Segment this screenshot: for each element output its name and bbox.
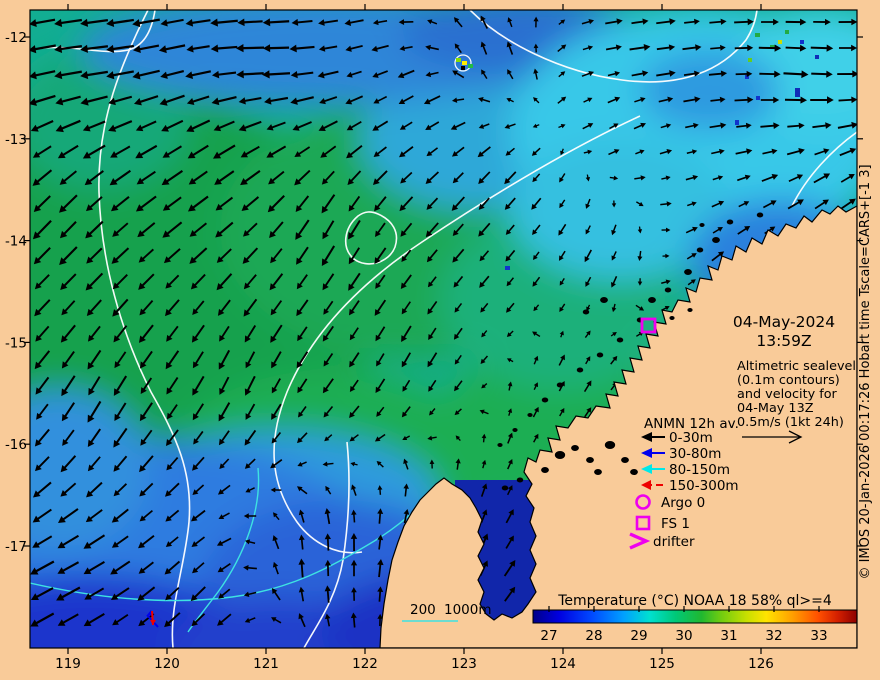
island (541, 397, 549, 403)
y-axis-tick-label: -17 (5, 539, 27, 555)
copyright-vertical-text: © IMOS 20-Jan-2026 00:17:26 Hobart time … (858, 164, 873, 579)
annotation-line: Altimetric sealevel (737, 359, 856, 374)
island (600, 297, 608, 303)
colorbar-tick-label: 28 (585, 628, 602, 644)
y-axis-tick-label: -13 (5, 132, 27, 148)
y-axis-tick-label: -16 (5, 437, 27, 453)
island (604, 441, 616, 449)
island (696, 247, 704, 253)
y-axis-tick-label: -15 (5, 335, 27, 351)
island (516, 477, 524, 483)
island (616, 337, 624, 343)
x-axis-tick-label: 125 (649, 656, 675, 672)
anmn-entry-label: 80-150m (669, 462, 730, 478)
island (664, 287, 672, 293)
island (756, 212, 764, 218)
colorbar-tick-label: 33 (810, 628, 827, 644)
y-axis-tick-label: -12 (5, 30, 27, 46)
island (684, 269, 692, 275)
y-axis-tick-label: -14 (5, 234, 27, 250)
colorbar-tick-label: 32 (765, 628, 782, 644)
depth-scale-200-label: 200 (410, 602, 436, 618)
depth-scale-1000-label: 1000m (444, 602, 492, 618)
island (596, 352, 604, 358)
annotation-line: 04-May 13Z (737, 401, 814, 416)
island (554, 451, 566, 459)
x-axis-tick-label: 120 (154, 656, 180, 672)
island (648, 297, 656, 303)
island (576, 367, 584, 373)
sst-current-map-figure: 04-May-2024 13:59Z Altimetric sealevel (… (0, 0, 880, 680)
anmn-entry-label: 150-300m (669, 478, 739, 494)
colorbar-tick-label: 31 (720, 628, 737, 644)
island (512, 428, 518, 432)
x-axis-tick-label: 124 (550, 656, 576, 672)
anmn-entry-label: 30-80m (669, 446, 721, 462)
island (541, 467, 549, 473)
drifter-marker-label: drifter (653, 534, 695, 550)
island (527, 413, 533, 417)
annotation-line: 0.5m/s (1kt 24h) (737, 415, 844, 430)
island (621, 457, 629, 463)
island (571, 445, 579, 451)
colorbar-gradient (532, 609, 857, 624)
x-axis-tick-label: 123 (451, 656, 477, 672)
island (497, 443, 503, 447)
date-label: 04-May-2024 (733, 313, 835, 331)
x-axis-tick-label: 126 (748, 656, 774, 672)
annotation-line: and velocity for (737, 387, 838, 402)
x-axis-tick-label: 122 (352, 656, 378, 672)
island (501, 485, 509, 491)
island (586, 457, 594, 463)
time-label: 13:59Z (756, 332, 811, 350)
anmn-entry-label: 0-30m (669, 430, 713, 446)
annotation-line: (0.1m contours) (737, 373, 840, 388)
island (712, 237, 720, 243)
x-axis-tick-label: 119 (55, 656, 81, 672)
island (556, 382, 564, 388)
island (594, 469, 602, 475)
island (582, 309, 590, 315)
island (699, 223, 705, 227)
colorbar-tick-label: 30 (675, 628, 692, 644)
colorbar-title: Temperature (°C) NOAA 18 58% ql>=4 (557, 593, 832, 609)
x-axis-tick-label: 121 (253, 656, 279, 672)
map-canvas: 04-May-2024 13:59Z Altimetric sealevel (… (5, 4, 873, 672)
colorbar-tick-label: 27 (540, 628, 557, 644)
fs-marker-label: FS 1 (661, 516, 690, 532)
island (669, 316, 675, 320)
island (687, 308, 693, 312)
colorbar-tick-label: 29 (630, 628, 647, 644)
island (630, 469, 638, 475)
island (726, 219, 734, 225)
argo-marker-label: Argo 0 (661, 495, 705, 511)
